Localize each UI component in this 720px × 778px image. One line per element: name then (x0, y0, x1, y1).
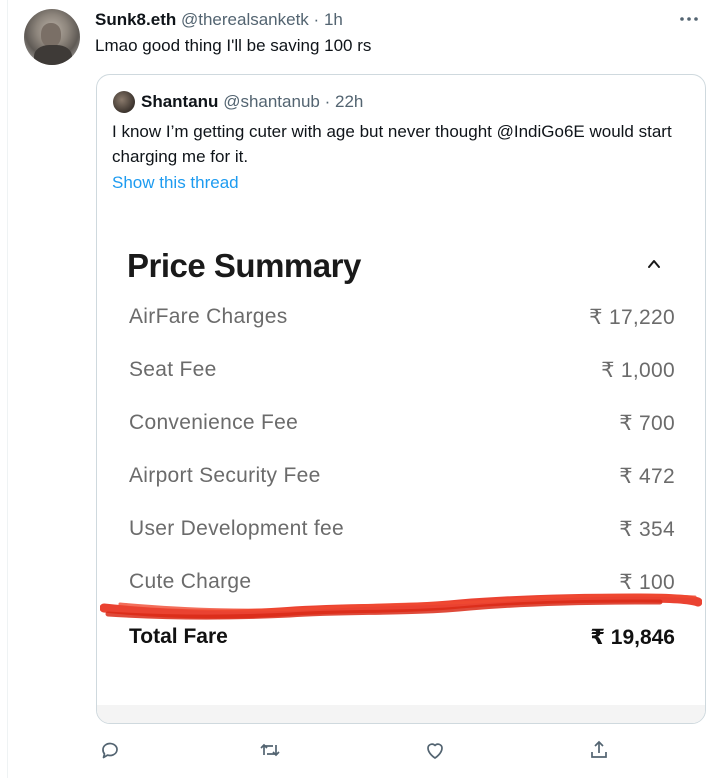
tweet-text: Lmao good thing I'll be saving 100 rs (95, 36, 372, 55)
author-name[interactable]: Sunk8.eth (95, 10, 176, 29)
dot-separator: · (313, 10, 320, 29)
fee-label-airport-security: Airport Security Fee (129, 464, 321, 487)
reply-icon[interactable] (98, 738, 122, 762)
more-dots-icon[interactable] (678, 8, 700, 36)
share-icon[interactable] (587, 738, 611, 762)
chevron-up-icon[interactable] (647, 257, 661, 271)
avatar-body (34, 45, 72, 65)
avatar[interactable] (24, 9, 80, 65)
fee-label-user-development: User Development fee (129, 517, 344, 540)
receipt-footer-strip (97, 705, 705, 723)
price-summary-title: Price Summary (127, 247, 361, 284)
retweet-icon[interactable] (258, 738, 282, 762)
show-thread-link[interactable]: Show this thread (112, 173, 239, 193)
quoted-dot-separator: · (324, 92, 331, 111)
fee-label-convenience: Convenience Fee (129, 411, 299, 434)
tweet-actions (0, 738, 720, 766)
avatar-face (41, 23, 61, 47)
quoted-avatar[interactable] (113, 91, 135, 113)
quoted-text: I know I’m getting cuter with age but ne… (112, 122, 672, 166)
author-handle[interactable]: @therealsanketk (181, 10, 309, 29)
quoted-handle[interactable]: @shantanub (223, 92, 320, 112)
fee-value-airport-security: ₹ 472 (619, 465, 675, 488)
like-icon[interactable] (423, 738, 447, 762)
fee-value-seat: ₹ 1,000 (601, 359, 675, 382)
red-scribble-underline (100, 593, 702, 620)
price-summary-image[interactable]: Price Summary AirFare Charges ₹ 17,220 S… (97, 211, 705, 711)
fee-label-seat: Seat Fee (129, 358, 217, 381)
fee-value-convenience: ₹ 700 (619, 412, 675, 435)
timeline-divider (7, 0, 8, 778)
quoted-author-name[interactable]: Shantanu (141, 92, 218, 112)
fee-label-airfare: AirFare Charges (129, 305, 288, 328)
tweet-time[interactable]: 1h (324, 10, 343, 29)
fee-value-airfare: ₹ 17,220 (589, 306, 675, 329)
quoted-header: Shantanu @shantanub · 22h (113, 91, 363, 113)
tweet-header: Sunk8.eth @therealsanketk · 1h (95, 10, 343, 30)
fee-value-user-development: ₹ 354 (619, 518, 675, 541)
quoted-time[interactable]: 22h (335, 92, 363, 112)
